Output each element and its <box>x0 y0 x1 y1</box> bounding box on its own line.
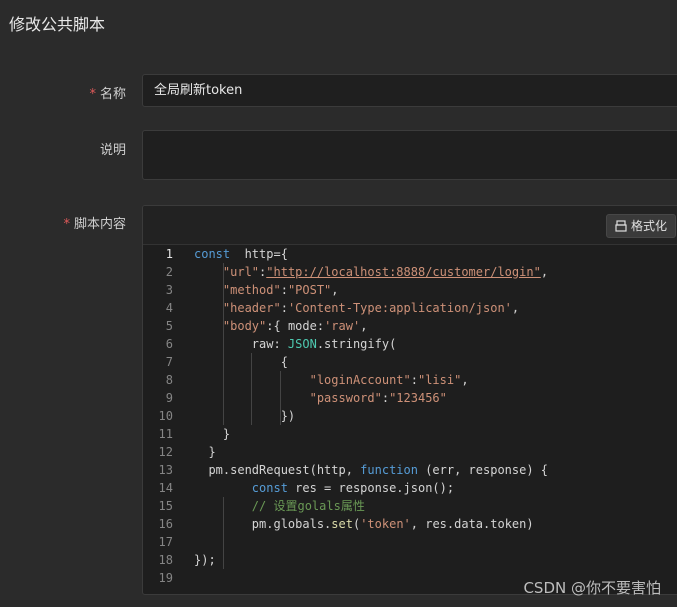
code-line[interactable]: 15 // 设置golals属性 <box>143 497 677 515</box>
code-line[interactable]: 12 } <box>143 443 677 461</box>
code-line[interactable]: 5 "body":{ mode:'raw', <box>143 317 677 335</box>
code-line[interactable]: 13 pm.sendRequest(http, function (err, r… <box>143 461 677 479</box>
code-line[interactable]: 14 const res = response.json(); <box>143 479 677 497</box>
code-line[interactable]: 17 <box>143 533 677 551</box>
format-button[interactable]: 格式化 <box>605 214 676 238</box>
line-number: 8 <box>165 373 173 387</box>
code-text: "body":{ mode:'raw', <box>222 319 368 333</box>
script-label: * 脚本内容 <box>6 213 126 232</box>
line-number: 4 <box>165 301 173 315</box>
line-number: 3 <box>165 283 173 297</box>
line-number: 1 <box>165 247 173 261</box>
code-text: { <box>194 355 288 369</box>
code-line[interactable]: 18}); <box>143 551 677 569</box>
line-number: 7 <box>165 355 173 369</box>
code-text: "loginAccount":"lisi", <box>309 373 469 387</box>
description-label-text: 说明 <box>99 143 126 158</box>
code-line[interactable]: 1 const http={ <box>143 245 677 263</box>
code-text: pm.sendRequest(http, function (err, resp… <box>194 463 549 477</box>
code-text: } <box>194 445 216 459</box>
line-number: 17 <box>158 535 173 549</box>
code-line[interactable]: 9 "password":"123456" <box>143 389 677 407</box>
code-line[interactable]: 3 "method":"POST", <box>143 281 677 299</box>
code-text: }) <box>194 409 296 423</box>
code-line[interactable]: 2 "url":"http://localhost:8888/customer/… <box>143 263 677 281</box>
line-number: 2 <box>165 265 173 279</box>
code-line[interactable]: 7 { <box>143 353 677 371</box>
page-title: 修改公共脚本 <box>9 15 106 34</box>
line-number: 13 <box>158 463 173 477</box>
name-input[interactable]: 全局刷新token <box>142 74 677 107</box>
editor-toolbar: 格式化 <box>143 206 677 245</box>
watermark: CSDN @你不要害怕 <box>523 579 661 597</box>
description-input[interactable] <box>142 130 677 180</box>
line-number: 12 <box>158 445 173 459</box>
script-label-text: 脚本内容 <box>73 217 126 232</box>
code-text: }); <box>194 553 216 567</box>
code-text: const http={ <box>194 247 288 261</box>
format-icon <box>615 220 627 232</box>
code-text: "url":"http://localhost:8888/customer/lo… <box>222 265 549 279</box>
line-number: 10 <box>158 409 173 423</box>
line-number: 11 <box>158 427 173 441</box>
code-text: pm.globals.set('token', res.data.token) <box>194 517 534 531</box>
code-line[interactable]: 10 }) <box>143 407 677 425</box>
code-line[interactable]: 11 } <box>143 425 677 443</box>
line-number: 15 <box>158 499 173 513</box>
code-editor[interactable]: 格式化 1 const http={ 2 "url":"http://localho… <box>142 205 677 595</box>
required-mark: * <box>63 217 70 232</box>
code-line[interactable]: 4 "header":'Content-Type:application/jso… <box>143 299 677 317</box>
code-text: "method":"POST", <box>222 283 339 297</box>
code-text: } <box>194 427 231 441</box>
line-number: 19 <box>158 571 173 585</box>
code-text: raw: JSON.stringify( <box>194 337 397 351</box>
description-label: 说明 <box>6 139 126 158</box>
code-line[interactable]: 8 "loginAccount":"lisi", <box>143 371 677 389</box>
code-area[interactable]: 1 const http={ 2 "url":"http://localhost:8… <box>143 245 677 594</box>
line-number: 18 <box>158 553 173 567</box>
code-line[interactable]: 16 pm.globals.set('token', res.data.toke… <box>143 515 677 533</box>
code-text: // 设置golals属性 <box>251 499 365 513</box>
required-mark: * <box>89 87 96 102</box>
line-number: 9 <box>165 391 173 405</box>
line-number: 6 <box>165 337 173 351</box>
format-button-label: 格式化 <box>630 219 667 233</box>
name-label: * 名称 <box>6 83 126 102</box>
name-label-text: 名称 <box>99 87 126 102</box>
line-number: 5 <box>165 319 173 333</box>
code-text: "password":"123456" <box>309 391 447 405</box>
line-number: 16 <box>158 517 173 531</box>
code-line[interactable]: 6 raw: JSON.stringify( <box>143 335 677 353</box>
code-text: const res = response.json(); <box>251 481 455 495</box>
code-text: "header":'Content-Type:application/json'… <box>222 301 520 315</box>
line-number: 14 <box>158 481 173 495</box>
